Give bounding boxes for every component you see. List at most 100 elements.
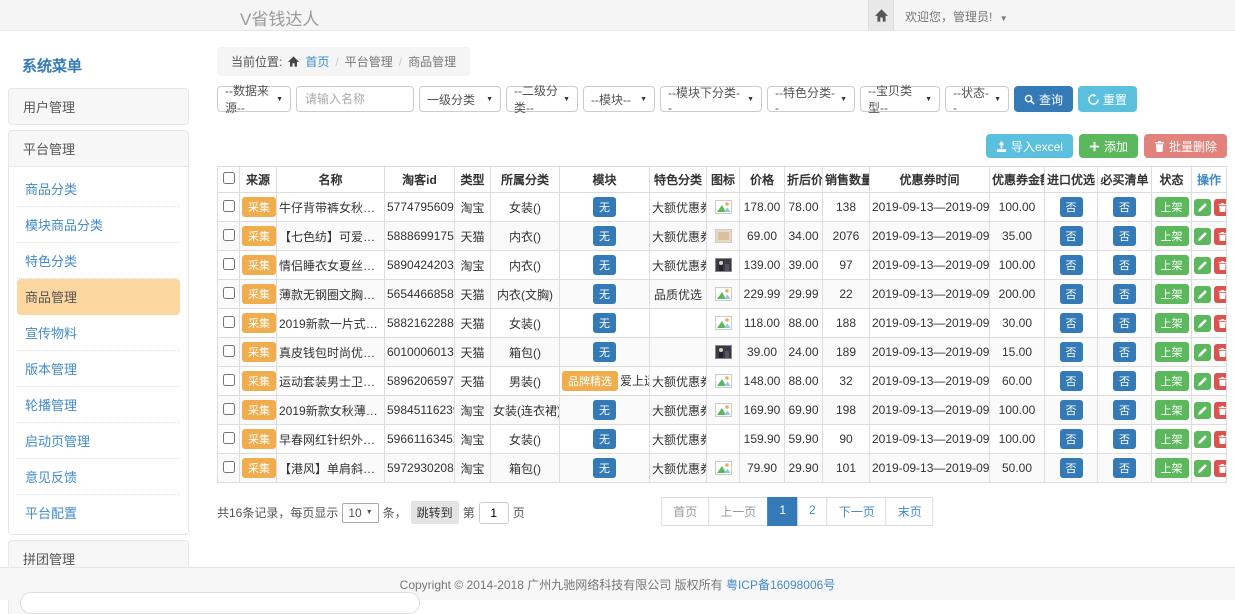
edit-button[interactable] bbox=[1194, 373, 1211, 390]
reset-button[interactable]: 重置 bbox=[1078, 86, 1137, 112]
must-buy-badge[interactable]: 否 bbox=[1113, 342, 1136, 362]
filter-select-module[interactable]: --模块--▼ bbox=[583, 86, 655, 112]
icp-link[interactable]: 粤ICP备16098006号 bbox=[726, 576, 835, 593]
delete-button[interactable] bbox=[1214, 199, 1227, 216]
edit-button[interactable] bbox=[1194, 257, 1211, 274]
edit-button[interactable] bbox=[1194, 460, 1211, 477]
must-buy-badge[interactable]: 否 bbox=[1113, 313, 1136, 333]
filter-select-status[interactable]: --状态--▼ bbox=[945, 86, 1009, 112]
edit-button[interactable] bbox=[1194, 402, 1211, 419]
row-checkbox[interactable] bbox=[223, 287, 235, 299]
jump-button[interactable]: 跳转到 bbox=[411, 501, 459, 524]
must-buy-badge[interactable]: 否 bbox=[1113, 197, 1136, 217]
row-checkbox[interactable] bbox=[223, 258, 235, 270]
status-badge[interactable]: 上架 bbox=[1155, 313, 1189, 333]
sidebar-subitem-商品分类[interactable]: 商品分类 bbox=[17, 171, 180, 207]
import-badge[interactable]: 否 bbox=[1060, 342, 1083, 362]
sidebar-subitem-特色分类[interactable]: 特色分类 bbox=[17, 243, 180, 279]
page-button-末页[interactable]: 末页 bbox=[886, 497, 934, 526]
status-badge[interactable]: 上架 bbox=[1155, 429, 1189, 449]
row-checkbox[interactable] bbox=[223, 374, 235, 386]
sidebar-subitem-模块商品分类[interactable]: 模块商品分类 bbox=[17, 207, 180, 243]
sidebar-subitem-商品管理[interactable]: 商品管理 bbox=[17, 279, 180, 315]
delete-button[interactable] bbox=[1214, 344, 1227, 361]
delete-button[interactable] bbox=[1214, 286, 1227, 303]
row-checkbox[interactable] bbox=[223, 345, 235, 357]
filter-select-category-l1[interactable]: 一级分类▼ bbox=[419, 86, 501, 112]
page-button-1[interactable]: 1 bbox=[767, 497, 798, 526]
user-menu[interactable]: 欢迎您，管理员! ▼ bbox=[905, 8, 1008, 25]
page-button-2[interactable]: 2 bbox=[797, 497, 828, 526]
row-checkbox[interactable] bbox=[223, 432, 235, 444]
row-checkbox[interactable] bbox=[223, 316, 235, 328]
edit-button[interactable] bbox=[1194, 199, 1211, 216]
import-badge[interactable]: 否 bbox=[1060, 371, 1083, 391]
import-badge[interactable]: 否 bbox=[1060, 197, 1083, 217]
must-buy-badge[interactable]: 否 bbox=[1113, 458, 1136, 478]
filter-select-item-type[interactable]: --宝贝类型--▼ bbox=[860, 86, 940, 112]
must-buy-badge[interactable]: 否 bbox=[1113, 400, 1136, 420]
sidebar-item-平台管理[interactable]: 平台管理 bbox=[8, 130, 189, 167]
sidebar-subitem-轮播管理[interactable]: 轮播管理 bbox=[17, 387, 180, 423]
bulk-delete-button[interactable]: 批量删除 bbox=[1144, 134, 1227, 158]
status-badge[interactable]: 上架 bbox=[1155, 458, 1189, 478]
import-excel-button[interactable]: 导入excel bbox=[986, 134, 1073, 158]
sidebar-subitem-意见反馈[interactable]: 意见反馈 bbox=[17, 459, 180, 495]
must-buy-badge[interactable]: 否 bbox=[1113, 226, 1136, 246]
delete-button[interactable] bbox=[1214, 460, 1227, 477]
add-button[interactable]: 添加 bbox=[1079, 134, 1138, 158]
page-number-input[interactable] bbox=[479, 502, 509, 524]
page-button-首页[interactable]: 首页 bbox=[661, 497, 709, 526]
status-badge[interactable]: 上架 bbox=[1155, 284, 1189, 304]
delete-button[interactable] bbox=[1214, 402, 1227, 419]
filter-select-category-l2[interactable]: --二级分类--▼ bbox=[506, 86, 578, 112]
status-badge[interactable]: 上架 bbox=[1155, 255, 1189, 275]
edit-button[interactable] bbox=[1194, 315, 1211, 332]
import-badge[interactable]: 否 bbox=[1060, 255, 1083, 275]
import-badge[interactable]: 否 bbox=[1060, 313, 1083, 333]
delete-button[interactable] bbox=[1214, 315, 1227, 332]
home-button[interactable] bbox=[868, 0, 894, 30]
filter-select-module-sub[interactable]: --模块下分类--▼ bbox=[660, 86, 762, 112]
import-badge[interactable]: 否 bbox=[1060, 400, 1083, 420]
import-badge[interactable]: 否 bbox=[1060, 429, 1083, 449]
edit-button[interactable] bbox=[1194, 228, 1211, 245]
sidebar-subitem-版本管理[interactable]: 版本管理 bbox=[17, 351, 180, 387]
row-checkbox[interactable] bbox=[223, 200, 235, 212]
row-checkbox[interactable] bbox=[223, 229, 235, 241]
status-badge[interactable]: 上架 bbox=[1155, 400, 1189, 420]
status-badge[interactable]: 上架 bbox=[1155, 197, 1189, 217]
import-badge[interactable]: 否 bbox=[1060, 284, 1083, 304]
name-search-input[interactable] bbox=[296, 86, 414, 112]
must-buy-badge[interactable]: 否 bbox=[1113, 284, 1136, 304]
must-buy-badge[interactable]: 否 bbox=[1113, 255, 1136, 275]
page-button-上一页[interactable]: 上一页 bbox=[708, 497, 768, 526]
breadcrumb-home-link[interactable]: 首页 bbox=[305, 53, 329, 70]
delete-button[interactable] bbox=[1214, 431, 1227, 448]
import-badge[interactable]: 否 bbox=[1060, 226, 1083, 246]
must-buy-badge[interactable]: 否 bbox=[1113, 371, 1136, 391]
status-badge[interactable]: 上架 bbox=[1155, 226, 1189, 246]
row-checkbox[interactable] bbox=[223, 403, 235, 415]
page-button-下一页[interactable]: 下一页 bbox=[827, 497, 887, 526]
filter-select-data-source[interactable]: --数据来源--▼ bbox=[217, 86, 291, 112]
select-all-checkbox[interactable] bbox=[223, 172, 235, 184]
edit-button[interactable] bbox=[1194, 431, 1211, 448]
status-badge[interactable]: 上架 bbox=[1155, 371, 1189, 391]
must-buy-badge[interactable]: 否 bbox=[1113, 429, 1136, 449]
edit-button[interactable] bbox=[1194, 344, 1211, 361]
filter-select-special[interactable]: --特色分类--▼ bbox=[767, 86, 855, 112]
delete-button[interactable] bbox=[1214, 373, 1227, 390]
search-button[interactable]: 查询 bbox=[1014, 86, 1073, 112]
import-badge[interactable]: 否 bbox=[1060, 458, 1083, 478]
delete-button[interactable] bbox=[1214, 228, 1227, 245]
status-badge[interactable]: 上架 bbox=[1155, 342, 1189, 362]
sidebar-subitem-平台配置[interactable]: 平台配置 bbox=[17, 495, 180, 530]
row-checkbox[interactable] bbox=[223, 461, 235, 473]
sidebar-subitem-启动页管理[interactable]: 启动页管理 bbox=[17, 423, 180, 459]
delete-button[interactable] bbox=[1214, 257, 1227, 274]
sidebar-item-用户管理[interactable]: 用户管理 bbox=[8, 88, 189, 125]
sidebar-subitem-宣传物料[interactable]: 宣传物料 bbox=[17, 315, 180, 351]
per-page-select[interactable]: 10 ▼ bbox=[342, 503, 378, 523]
edit-button[interactable] bbox=[1194, 286, 1211, 303]
